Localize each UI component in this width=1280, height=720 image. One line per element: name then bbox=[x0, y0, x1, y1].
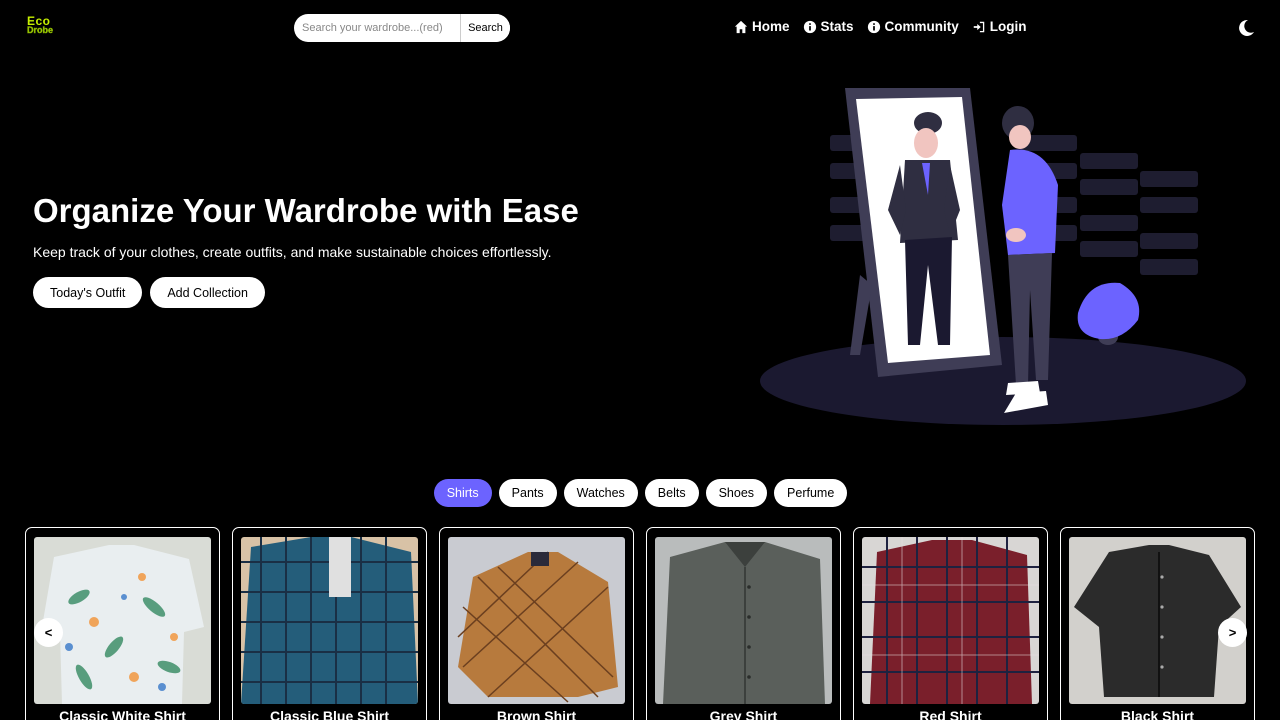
item-name: Classic Blue Shirt bbox=[269, 708, 390, 720]
nav-stats[interactable]: Stats bbox=[803, 19, 854, 34]
tab-belts[interactable]: Belts bbox=[644, 479, 699, 507]
item-photo bbox=[862, 537, 1039, 704]
hero-title: Organize Your Wardrobe with Ease bbox=[33, 192, 579, 229]
logo-line-2: Drobe bbox=[27, 25, 54, 35]
item-name: Classic White Shirt bbox=[59, 708, 186, 720]
hero-illustration bbox=[760, 88, 1246, 425]
carousel-next-button[interactable]: > bbox=[1218, 618, 1247, 647]
item-photo bbox=[655, 537, 832, 704]
app-logo[interactable]: Eco Drobe bbox=[27, 15, 69, 37]
item-name: Brown Shirt bbox=[496, 708, 577, 720]
dark-mode-toggle-icon[interactable] bbox=[1236, 18, 1256, 38]
nav-home-label: Home bbox=[752, 19, 790, 34]
item-card[interactable]: Grey Shirt bbox=[646, 527, 841, 720]
category-tabs: Shirts Pants Watches Belts Shoes Perfume bbox=[0, 479, 1280, 507]
login-icon bbox=[973, 21, 985, 32]
todays-outfit-button[interactable]: Today's Outfit bbox=[33, 277, 143, 308]
nav-stats-label: Stats bbox=[820, 19, 854, 34]
carousel-prev-button[interactable]: < bbox=[34, 618, 63, 647]
nav-community[interactable]: Community bbox=[867, 19, 959, 34]
item-name: Grey Shirt bbox=[709, 708, 778, 720]
item-carousel: Classic White Shirt Classic Blue Shirt B… bbox=[25, 527, 1256, 720]
nav-login[interactable]: Login bbox=[972, 19, 1027, 34]
add-collection-button[interactable]: Add Collection bbox=[150, 277, 265, 308]
tab-pants[interactable]: Pants bbox=[498, 479, 557, 507]
main-nav: Home Stats Community Login bbox=[734, 19, 1027, 34]
info-icon bbox=[867, 20, 880, 33]
item-name: Black Shirt bbox=[1120, 708, 1195, 720]
item-photo bbox=[448, 537, 625, 704]
item-name: Red Shirt bbox=[919, 708, 982, 720]
item-photo bbox=[34, 537, 211, 704]
hero-subtitle: Keep track of your clothes, create outfi… bbox=[33, 244, 552, 260]
info-icon bbox=[803, 20, 816, 33]
item-photo bbox=[1069, 537, 1246, 704]
nav-login-label: Login bbox=[989, 19, 1027, 34]
tab-shoes[interactable]: Shoes bbox=[705, 479, 768, 507]
search-button[interactable]: Search bbox=[460, 14, 510, 42]
search-bar: Search bbox=[294, 14, 510, 42]
nav-home[interactable]: Home bbox=[734, 19, 790, 34]
hero-actions: Today's Outfit Add Collection bbox=[33, 277, 265, 308]
item-photo bbox=[241, 537, 418, 704]
tab-watches[interactable]: Watches bbox=[563, 479, 638, 507]
home-icon bbox=[734, 20, 748, 33]
item-card[interactable]: Classic Blue Shirt bbox=[232, 527, 427, 720]
tab-perfume[interactable]: Perfume bbox=[774, 479, 848, 507]
item-card[interactable]: Red Shirt bbox=[853, 527, 1048, 720]
tab-shirts[interactable]: Shirts bbox=[433, 479, 492, 507]
nav-community-label: Community bbox=[884, 19, 959, 34]
item-card[interactable]: Brown Shirt bbox=[439, 527, 634, 720]
search-input[interactable] bbox=[294, 14, 460, 42]
